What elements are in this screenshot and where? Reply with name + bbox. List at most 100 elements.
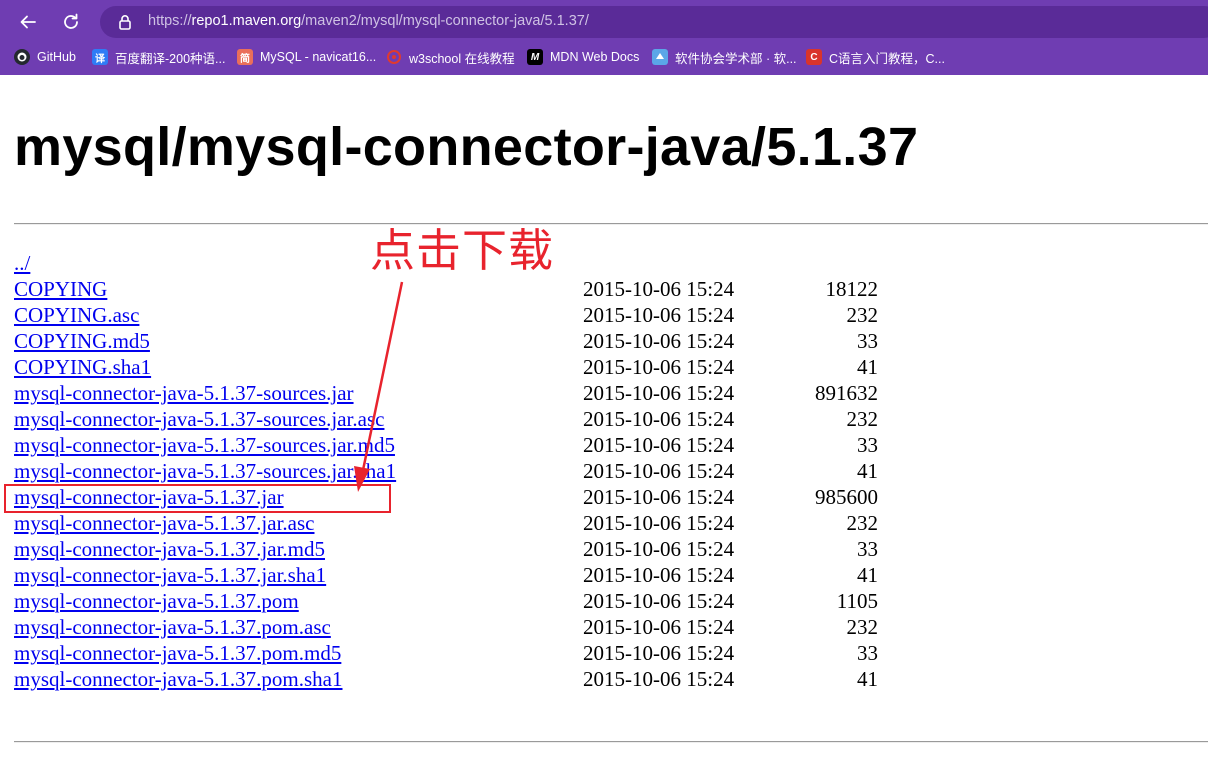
file-size: 232	[846, 615, 879, 639]
file-row: mysql-connector-java-5.1.37.pom 2015-10-0…	[14, 588, 914, 614]
browser-chrome: https://repo1.maven.org/maven2/mysql/mys…	[0, 0, 1208, 75]
file-link[interactable]: mysql-connector-java-5.1.37-sources.jar.…	[14, 432, 395, 458]
file-size: 41	[857, 355, 878, 379]
file-size: 232	[846, 303, 879, 327]
browser-toolbar: https://repo1.maven.org/maven2/mysql/mys…	[0, 0, 1208, 44]
bookmark-label: GitHub	[37, 50, 76, 64]
file-link[interactable]: COPYING.md5	[14, 328, 150, 354]
file-link[interactable]: COPYING.asc	[14, 302, 139, 328]
file-date: 2015-10-06 15:24	[583, 641, 735, 665]
annotation-highlight-box	[4, 484, 391, 513]
file-link[interactable]: mysql-connector-java-5.1.37.pom.md5	[14, 640, 341, 666]
bookmarks-bar: GitHub 译百度翻译-200种语... 简 MySQL - navicat16…	[0, 44, 1208, 71]
bookmark-w3school[interactable]: w3school 在线教程	[386, 47, 515, 67]
file-row: mysql-connector-java-5.1.37.jar.sha1 2015…	[14, 562, 914, 588]
bookmark-github[interactable]: GitHub	[14, 47, 76, 67]
bookmark-label: w3school 在线教程	[409, 51, 515, 66]
file-date: 2015-10-06 15:24	[583, 667, 735, 691]
jianshu-icon: 简	[237, 49, 253, 65]
reload-button[interactable]	[57, 8, 85, 36]
bookmark-label: MySQL - navicat16...	[260, 50, 377, 64]
back-button[interactable]	[14, 8, 42, 36]
file-date: 2015-10-06 15:24	[583, 589, 735, 613]
address-bar[interactable]: https://repo1.maven.org/maven2/mysql/mys…	[100, 6, 1208, 38]
file-row: COPYING 2015-10-06 15:24 18122	[14, 276, 914, 302]
file-row: mysql-connector-java-5.1.37-sources.jar.…	[14, 458, 914, 484]
file-row: mysql-connector-java-5.1.37-sources.jar 2…	[14, 380, 914, 406]
arrow-left-icon	[20, 15, 36, 29]
lock-icon[interactable]	[116, 13, 134, 31]
file-row: mysql-connector-java-5.1.37.pom.asc 2015-…	[14, 614, 914, 640]
w3school-icon	[386, 49, 402, 65]
file-size: 1105	[836, 589, 878, 613]
bookmark-c-tutorial[interactable]: C C语言入门教程，C...	[806, 47, 945, 67]
file-size: 33	[857, 641, 878, 665]
file-date: 2015-10-06 15:24	[583, 563, 735, 587]
divider-top	[14, 223, 1208, 225]
file-link[interactable]: COPYING	[14, 276, 107, 302]
file-link[interactable]: mysql-connector-java-5.1.37-sources.jar	[14, 380, 354, 406]
file-size: 41	[857, 563, 878, 587]
yuque-icon	[652, 49, 668, 65]
bookmark-label: MDN Web Docs	[550, 50, 640, 64]
divider-bottom	[14, 741, 1208, 743]
file-row: COPYING.asc 2015-10-06 15:24 232	[14, 302, 914, 328]
file-size: 985600	[815, 485, 878, 509]
file-date: 2015-10-06 15:24	[583, 329, 735, 353]
file-size: 41	[857, 459, 878, 483]
parent-directory-link[interactable]: ../	[14, 250, 30, 276]
file-size: 18122	[825, 277, 879, 301]
file-date: 2015-10-06 15:24	[583, 381, 735, 405]
mdn-icon: M	[527, 49, 543, 65]
bookmark-label: C语言入门教程，C...	[829, 51, 945, 66]
file-row: mysql-connector-java-5.1.37-sources.jar.…	[14, 432, 914, 458]
page-title: mysql/mysql-connector-java/5.1.37	[14, 117, 919, 177]
file-size: 33	[857, 433, 878, 457]
url-host: repo1.maven.org	[191, 13, 302, 29]
file-size: 33	[857, 537, 878, 561]
file-date: 2015-10-06 15:24	[583, 303, 735, 327]
file-size: 232	[846, 407, 879, 431]
file-size: 33	[857, 329, 878, 353]
file-size: 232	[846, 511, 879, 535]
github-icon	[14, 49, 30, 65]
file-date: 2015-10-06 15:24	[583, 459, 735, 483]
file-date: 2015-10-06 15:24	[583, 355, 735, 379]
file-row: COPYING.sha1 2015-10-06 15:24 41	[14, 354, 914, 380]
file-row: mysql-connector-java-5.1.37-sources.jar.…	[14, 406, 914, 432]
file-listing: ../ COPYING 2015-10-06 15:24 18122 COPYING…	[14, 250, 914, 692]
file-row: mysql-connector-java-5.1.37.jar.asc 2015-…	[14, 510, 914, 536]
file-link[interactable]: mysql-connector-java-5.1.37.pom	[14, 588, 299, 614]
file-link[interactable]: COPYING.sha1	[14, 354, 151, 380]
bookmark-baidu-translate[interactable]: 译百度翻译-200种语...	[92, 47, 225, 67]
file-row: mysql-connector-java-5.1.37.jar.md5 2015-…	[14, 536, 914, 562]
url-text[interactable]: https://repo1.maven.org/maven2/mysql/mys…	[148, 13, 589, 29]
bookmark-mysql-navicat[interactable]: 简 MySQL - navicat16...	[237, 47, 376, 67]
file-link[interactable]: mysql-connector-java-5.1.37.jar.sha1	[14, 562, 326, 588]
file-row: mysql-connector-java-5.1.37.pom.md5 2015-…	[14, 640, 914, 666]
file-date: 2015-10-06 15:24	[583, 407, 735, 431]
file-date: 2015-10-06 15:24	[583, 433, 735, 457]
bookmark-mdn[interactable]: M MDN Web Docs	[527, 47, 639, 67]
file-date: 2015-10-06 15:24	[583, 485, 735, 509]
file-size: 41	[857, 667, 878, 691]
bookmark-label: 百度翻译-200种语...	[115, 51, 226, 66]
file-link[interactable]: mysql-connector-java-5.1.37.jar.md5	[14, 536, 325, 562]
annotation-arrow-icon	[354, 281, 404, 492]
file-link[interactable]: mysql-connector-java-5.1.37-sources.jar.…	[14, 406, 384, 432]
c-tutorial-icon: C	[806, 49, 822, 65]
bookmark-software-association[interactable]: 软件协会学术部 · 软...	[652, 47, 797, 67]
file-link[interactable]: mysql-connector-java-5.1.37-sources.jar.…	[14, 458, 396, 484]
file-size: 891632	[815, 381, 878, 405]
bookmark-label: 软件协会学术部 · 软...	[675, 51, 797, 66]
file-date: 2015-10-06 15:24	[583, 511, 735, 535]
file-link[interactable]: mysql-connector-java-5.1.37.pom.sha1	[14, 666, 343, 692]
reload-icon	[64, 13, 78, 29]
baidu-translate-icon: 译	[92, 49, 108, 65]
file-row: COPYING.md5 2015-10-06 15:24 33	[14, 328, 914, 354]
file-row: mysql-connector-java-5.1.37.pom.sha1 2015…	[14, 666, 914, 692]
url-scheme: https://	[148, 13, 192, 29]
file-link[interactable]: mysql-connector-java-5.1.37.jar.asc	[14, 510, 314, 536]
file-date: 2015-10-06 15:24	[583, 537, 735, 561]
file-link[interactable]: mysql-connector-java-5.1.37.pom.asc	[14, 614, 331, 640]
